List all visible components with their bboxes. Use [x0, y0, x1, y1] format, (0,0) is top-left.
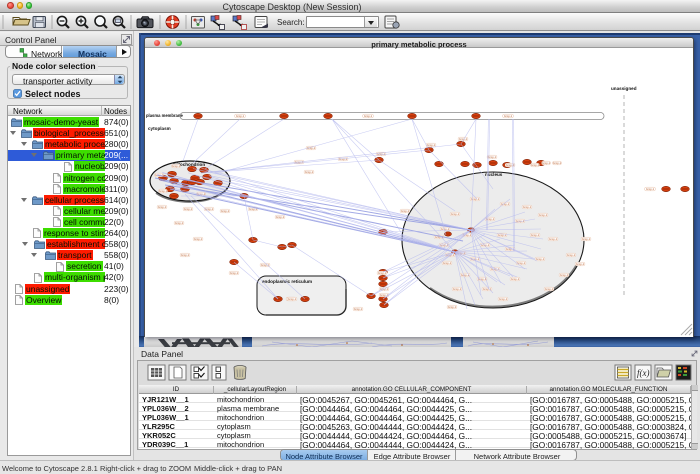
svg-text:Gmp-1: Gmp-1 [545, 287, 554, 291]
svg-text:Gmp-1: Gmp-1 [159, 189, 168, 193]
svg-text:Gmp-1: Gmp-1 [181, 253, 190, 257]
svg-text:Gmp-1: Gmp-1 [276, 215, 285, 219]
svg-text:Gmp-1: Gmp-1 [451, 212, 460, 216]
svg-text:Gmp-1: Gmp-1 [517, 261, 526, 265]
svg-text:Gmp-1: Gmp-1 [539, 213, 548, 217]
svg-text:Gmp-1: Gmp-1 [549, 237, 558, 241]
svg-text:Gmp-1: Gmp-1 [582, 237, 591, 241]
svg-text:Gmp-1: Gmp-1 [504, 114, 513, 118]
svg-text:Gmp-1: Gmp-1 [646, 187, 655, 191]
svg-text:Gmp-1: Gmp-1 [481, 243, 490, 247]
svg-text:Gmp-1: Gmp-1 [175, 221, 184, 225]
svg-text:Gmp-1: Gmp-1 [523, 205, 532, 209]
svg-text:cytoplasm: cytoplasm [148, 126, 171, 131]
svg-text:Gmp-1: Gmp-1 [378, 271, 387, 275]
svg-text:Gmp-1: Gmp-1 [427, 143, 436, 147]
svg-text:Gmp-1: Gmp-1 [305, 170, 314, 174]
svg-text:Gmp-1: Gmp-1 [184, 207, 193, 211]
svg-text:Gmp-1: Gmp-1 [542, 161, 551, 165]
svg-text:Gmp-1: Gmp-1 [567, 253, 576, 257]
svg-text:Gmp-1: Gmp-1 [364, 114, 373, 118]
svg-text:endoplasmic reticulum: endoplasmic reticulum [262, 279, 312, 284]
svg-text:Gmp-1: Gmp-1 [194, 237, 203, 241]
svg-text:Gmp-1: Gmp-1 [443, 261, 452, 265]
svg-text:Gmp-1: Gmp-1 [511, 277, 520, 281]
svg-text:Gmp-1: Gmp-1 [158, 205, 167, 209]
svg-text:Gmp-1: Gmp-1 [531, 233, 540, 237]
svg-text:Gmp-1: Gmp-1 [236, 114, 245, 118]
svg-text:Gmp-1: Gmp-1 [461, 273, 470, 277]
svg-text:Gmp-1: Gmp-1 [205, 207, 214, 211]
svg-text:Gmp-1: Gmp-1 [576, 262, 585, 266]
svg-text:unassigned: unassigned [611, 86, 637, 91]
svg-text:Gmp-1: Gmp-1 [560, 273, 569, 277]
svg-text:Gmp-1: Gmp-1 [230, 271, 239, 275]
svg-text:Gmp-1: Gmp-1 [453, 287, 462, 291]
svg-text:Gmp-1: Gmp-1 [261, 263, 270, 267]
svg-text:Gmp-1: Gmp-1 [172, 164, 181, 168]
svg-text:f(x): f(x) [637, 368, 650, 378]
svg-text:Gmp-1: Gmp-1 [448, 305, 457, 309]
svg-text:plasma membrane: plasma membrane [146, 113, 183, 118]
svg-text:Gmp-1: Gmp-1 [288, 297, 297, 301]
svg-text:Gmp-1: Gmp-1 [401, 209, 410, 213]
svg-text:Gmp-1: Gmp-1 [553, 161, 562, 165]
svg-text:Gmp-1: Gmp-1 [536, 257, 545, 261]
svg-text:Gmp-1: Gmp-1 [499, 297, 508, 301]
svg-text:Gmp-1: Gmp-1 [486, 217, 495, 221]
svg-text:Gmp-1: Gmp-1 [531, 163, 540, 167]
svg-text:Gmp-1: Gmp-1 [354, 307, 363, 311]
svg-text:Gmp-1: Gmp-1 [506, 163, 515, 167]
svg-text:Gmp-1: Gmp-1 [221, 209, 230, 213]
